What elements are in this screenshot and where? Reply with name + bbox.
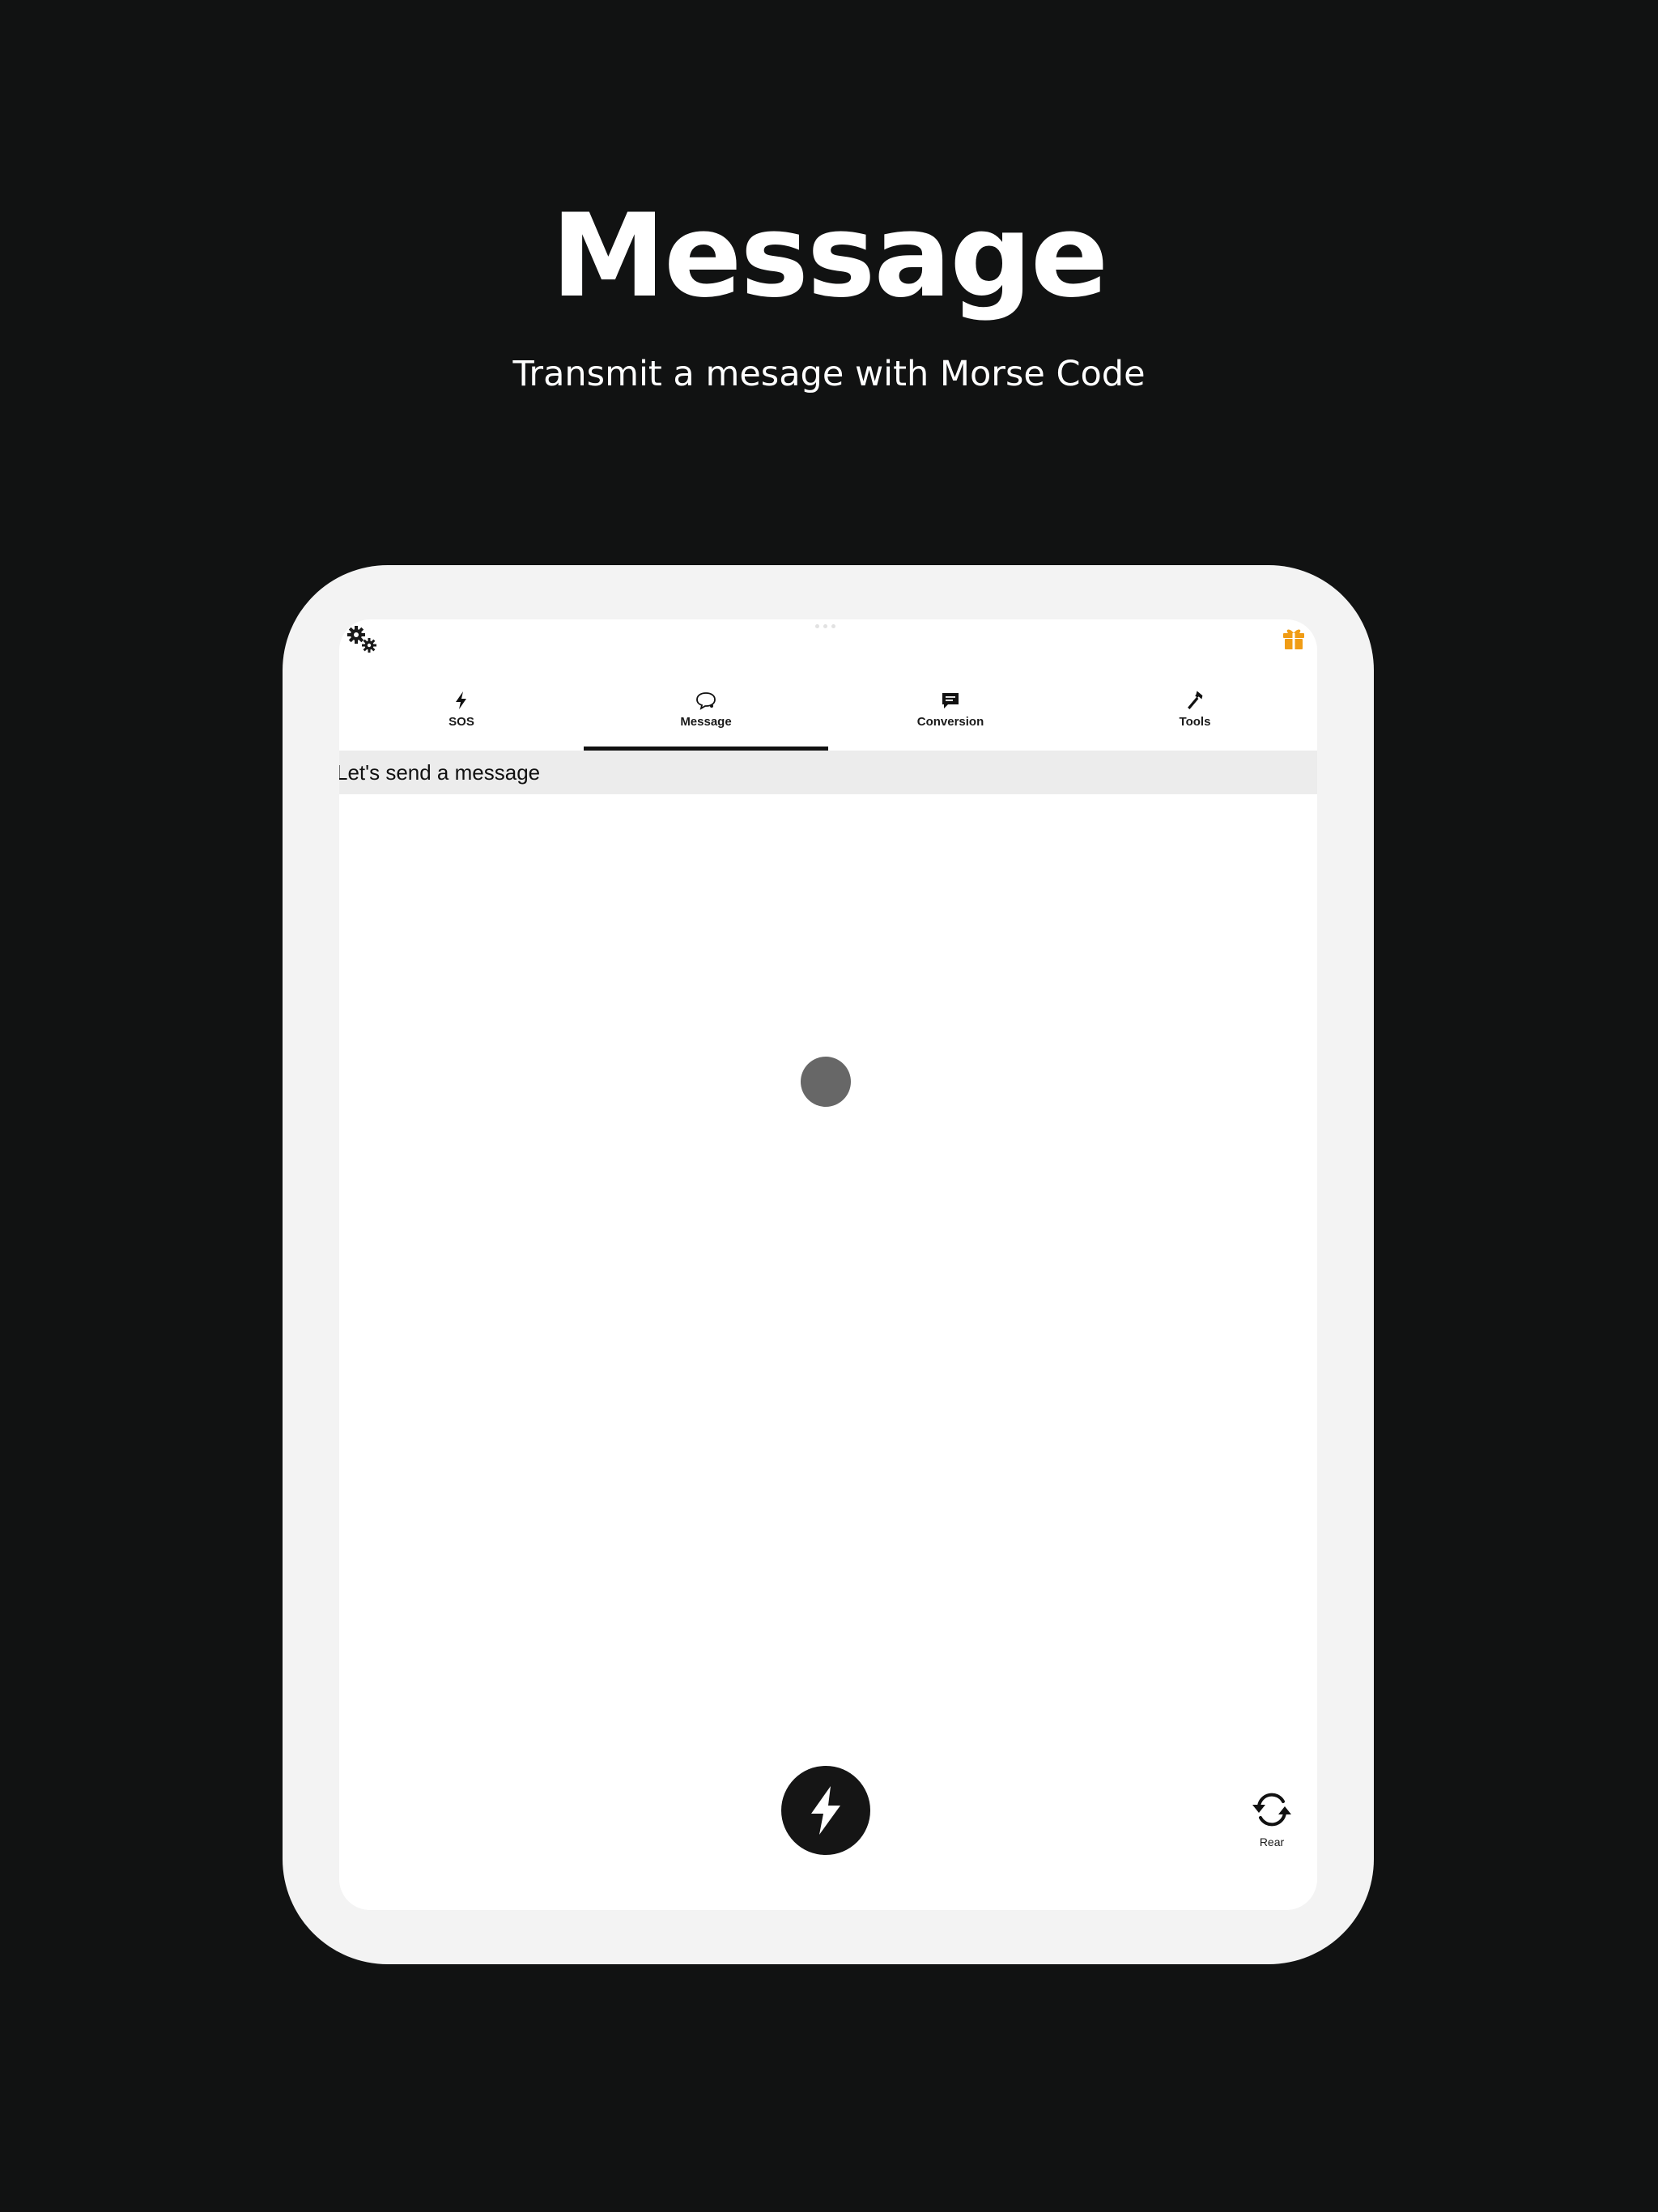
message-banner: Let's send a message (339, 751, 1317, 794)
tablet-frame: SOS Message Conversion Tools Let's send … (283, 565, 1374, 1964)
tab-conversion[interactable]: Conversion (828, 684, 1073, 751)
tab-sos[interactable]: SOS (339, 684, 584, 751)
tab-label: Conversion (916, 715, 984, 729)
bolt-icon (811, 1786, 840, 1835)
speech-bubble-icon (696, 692, 716, 710)
hammer-icon (1188, 691, 1203, 709)
tab-bar: SOS Message Conversion Tools (339, 684, 1317, 751)
rotate-camera-icon (1252, 1793, 1291, 1827)
camera-switch-label: Rear (1259, 1836, 1285, 1848)
camera-switch-button[interactable]: Rear (1246, 1789, 1298, 1848)
settings-gears-icon[interactable] (346, 624, 380, 653)
tab-label: Tools (1179, 715, 1211, 729)
signal-indicator (801, 1057, 851, 1107)
gift-icon[interactable] (1282, 626, 1306, 650)
tab-tools[interactable]: Tools (1073, 684, 1317, 751)
banner-text: Let's send a message (339, 759, 541, 785)
promo-subtitle: Transmit a mesage with Morse Code (512, 354, 1146, 394)
chat-bubble-icon (942, 693, 959, 708)
tab-label: Message (680, 715, 732, 729)
multitask-grabber[interactable] (815, 624, 836, 631)
app-screen: SOS Message Conversion Tools Let's send … (339, 619, 1317, 1910)
tab-message[interactable]: Message (584, 684, 828, 751)
flash-transmit-button[interactable] (781, 1766, 870, 1855)
bolt-icon (456, 691, 466, 709)
tab-label: SOS (449, 715, 474, 729)
promo-title: Message (551, 189, 1108, 323)
